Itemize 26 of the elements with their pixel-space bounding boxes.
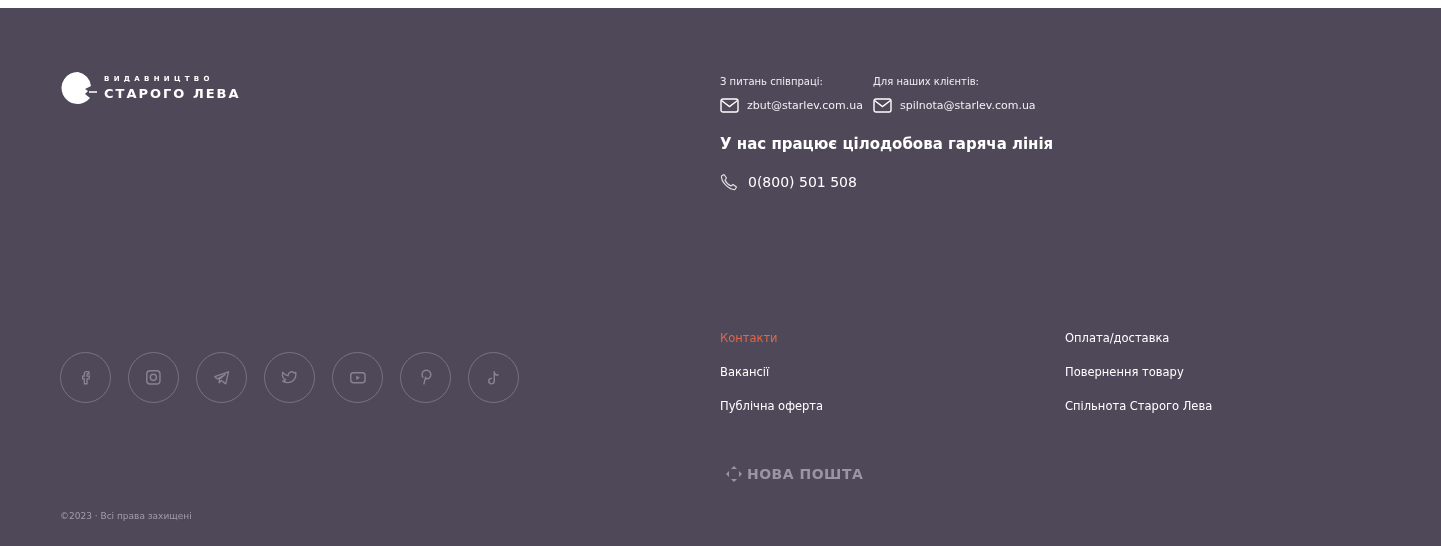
facebook-icon: [81, 370, 90, 385]
delivery-logo-text: НОВА ПОШТА: [747, 466, 864, 482]
delivery-logo-icon: [725, 465, 743, 483]
footer-link[interactable]: Спільнота Старого Лева: [1065, 399, 1213, 413]
instagram-icon: [146, 370, 161, 385]
email-link[interactable]: spilnota@starlev.com.ua: [900, 99, 1036, 112]
mail-icon: [720, 98, 739, 113]
pinterest-icon: [421, 370, 430, 385]
twitter-icon: [282, 371, 297, 384]
email-link[interactable]: zbut@starlev.com.ua: [747, 99, 864, 112]
youtube-icon: [349, 371, 366, 384]
footer-link[interactable]: Оплата/доставка: [1065, 331, 1170, 345]
hotline-title: У нас працює цілодобова гаряча лінія: [720, 135, 1055, 153]
contact-label: З питань співпраці:: [720, 76, 824, 87]
footer-link[interactable]: Публічна оферта: [720, 399, 824, 413]
phone-icon: [720, 173, 738, 191]
lion-logo-icon: [60, 70, 98, 106]
phone-link[interactable]: 0(800) 501 508: [748, 174, 857, 190]
logo-text: СТАРОГО ЛЕВА: [104, 86, 241, 101]
tiktok-icon: [488, 370, 499, 385]
copyright-text: ©2023 · Всі права захищені: [60, 511, 193, 521]
mail-icon: [873, 98, 893, 113]
footer-link[interactable]: Повернення товару: [1065, 365, 1184, 379]
contact-label: Для наших клієнтів:: [873, 76, 980, 87]
footer-link[interactable]: Вакансії: [720, 365, 770, 379]
telegram-icon: [213, 370, 230, 385]
